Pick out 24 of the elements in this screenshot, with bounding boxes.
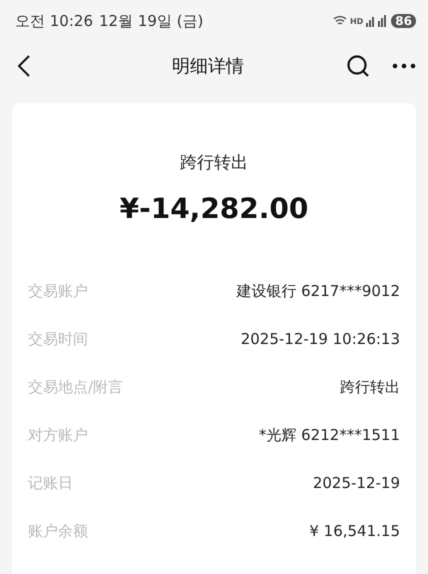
transaction-type: 跨行转出 bbox=[180, 152, 248, 174]
page-title: 明细详情 bbox=[171, 55, 245, 78]
network-label: HD bbox=[350, 16, 364, 26]
detail-value: 跨行转出 bbox=[340, 378, 400, 396]
detail-value: 2025-12-19 10:26:13 bbox=[240, 330, 400, 348]
detail-value: ¥ 16,541.15 bbox=[309, 522, 400, 540]
detail-value: 2025-12-19 bbox=[312, 474, 400, 492]
status-date: 12월 19일 (금) bbox=[99, 12, 204, 30]
detail-label: 交易账户 bbox=[28, 282, 88, 300]
detail-label: 交易时间 bbox=[28, 330, 88, 348]
signal-icon bbox=[366, 15, 388, 27]
detail-value: *光辉 6212***1511 bbox=[258, 426, 400, 444]
detail-label: 账户余额 bbox=[28, 522, 88, 540]
more-icon[interactable] bbox=[392, 63, 416, 69]
battery-level: 86 bbox=[391, 14, 416, 28]
detail-value: 建设银行 6217***9012 bbox=[236, 282, 400, 300]
status-time: 오전 10:26 bbox=[15, 12, 93, 30]
detail-label: 记账日 bbox=[28, 474, 73, 492]
back-icon[interactable] bbox=[18, 55, 30, 77]
wifi-icon bbox=[332, 15, 347, 27]
search-icon[interactable] bbox=[346, 54, 370, 78]
detail-label: 交易地点/附言 bbox=[28, 378, 124, 396]
detail-label: 对方账户 bbox=[28, 426, 88, 444]
transaction-amount: ¥-14,282.00 bbox=[120, 192, 308, 225]
